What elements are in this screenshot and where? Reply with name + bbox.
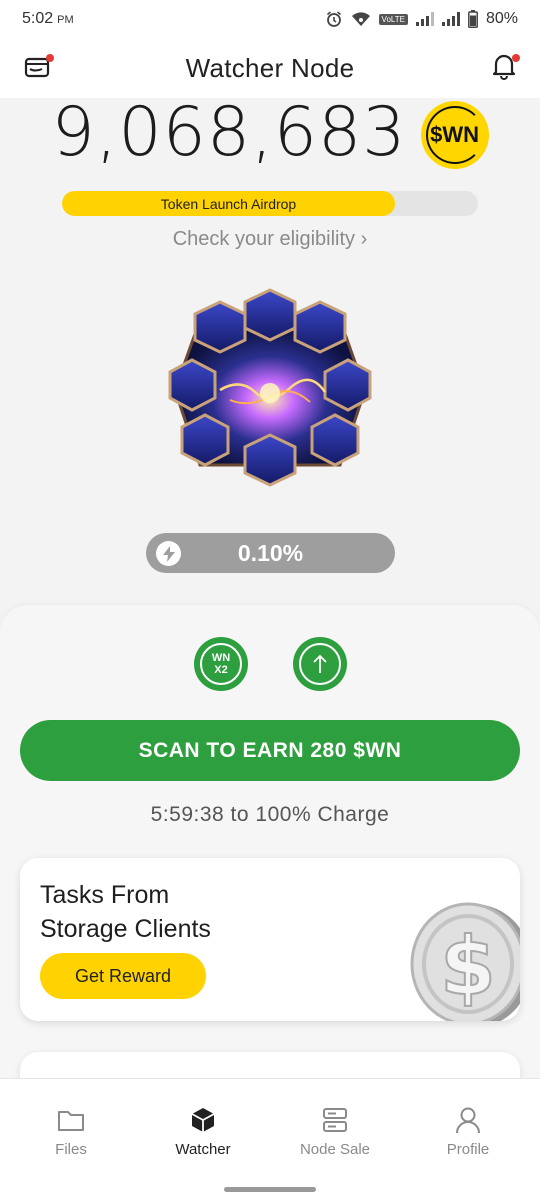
token-badge: $WN [420,101,489,169]
tasks-card-title: Tasks From Storage Clients [40,878,300,946]
boost-x2-button[interactable]: WN X2 [194,637,248,691]
nav-files[interactable]: Files [21,1105,121,1158]
airdrop-label: Token Launch Airdrop [160,195,297,212]
nav-watcher-label: Watcher [175,1141,231,1158]
node-core-image[interactable] [160,280,380,500]
action-panel [0,605,540,1105]
nav-node-sale-label: Node Sale [299,1141,371,1158]
nav-node-sale[interactable]: Node Sale [285,1105,385,1158]
lightning-icon [156,541,181,566]
boost-x2-icon: WN X2 [200,643,242,685]
page-title: Watcher Node [185,52,355,83]
get-reward-button[interactable]: Get Reward [40,953,206,999]
notifications-button[interactable] [488,52,520,84]
upgrade-button[interactable] [293,637,347,691]
boost-label-top: WN [211,652,231,664]
charge-countdown: 5:59:38 to 100% Charge [150,803,390,826]
battery-icon [468,10,478,28]
notification-dot [46,54,54,62]
home-indicator[interactable] [224,1187,316,1192]
cube-icon [188,1105,218,1135]
battery-percent: 80% [485,10,518,27]
notification-dot [512,54,520,62]
wallet-button[interactable] [22,52,54,84]
nav-watcher[interactable]: Watcher [153,1105,253,1158]
svg-text:$: $ [440,920,496,1013]
folder-icon [56,1105,86,1135]
token-symbol: $WN [430,122,479,147]
volte-badge: VoLTE [378,13,408,25]
status-time: 5:02 PM [22,10,74,27]
nav-profile-label: Profile [446,1141,490,1158]
scan-to-earn-button[interactable]: SCAN TO EARN 280 $WN [20,720,520,781]
boost-label-bottom: X2 [214,664,228,676]
arrow-up-icon [299,643,341,685]
tasks-card[interactable]: Tasks From Storage Clients Get Reward $ [20,858,520,1021]
balance-value: 9,068,683 [51,92,407,172]
alarm-icon [325,10,343,28]
server-icon [320,1105,350,1135]
nav-profile[interactable]: Profile [418,1105,518,1158]
airdrop-progress-bar[interactable]: Token Launch Airdrop [62,191,478,216]
balance-display: 9,068,683 $WN [0,93,540,172]
app-header: Watcher Node [0,38,540,98]
tasks-title-line2: Storage Clients [40,915,211,943]
wifi-icon [351,11,371,27]
nav-files-label: Files [55,1141,87,1158]
dollar-coin-icon: $ [404,902,520,1021]
check-eligibility-link[interactable]: Check your eligibility › [0,228,540,251]
signal-icon-1 [415,12,434,26]
tasks-title-line1: Tasks From [40,881,170,909]
charge-indicator: 0.10% [146,533,395,573]
status-icons: VoLTE 80% [325,10,518,28]
signal-icon-2 [441,12,460,26]
charge-percent: 0.10% [237,539,304,566]
user-icon [453,1105,483,1135]
bottom-nav: Files Watcher Node Sale Profile [0,1078,540,1200]
status-bar: 5:02 PM VoLTE 80% [0,0,540,38]
